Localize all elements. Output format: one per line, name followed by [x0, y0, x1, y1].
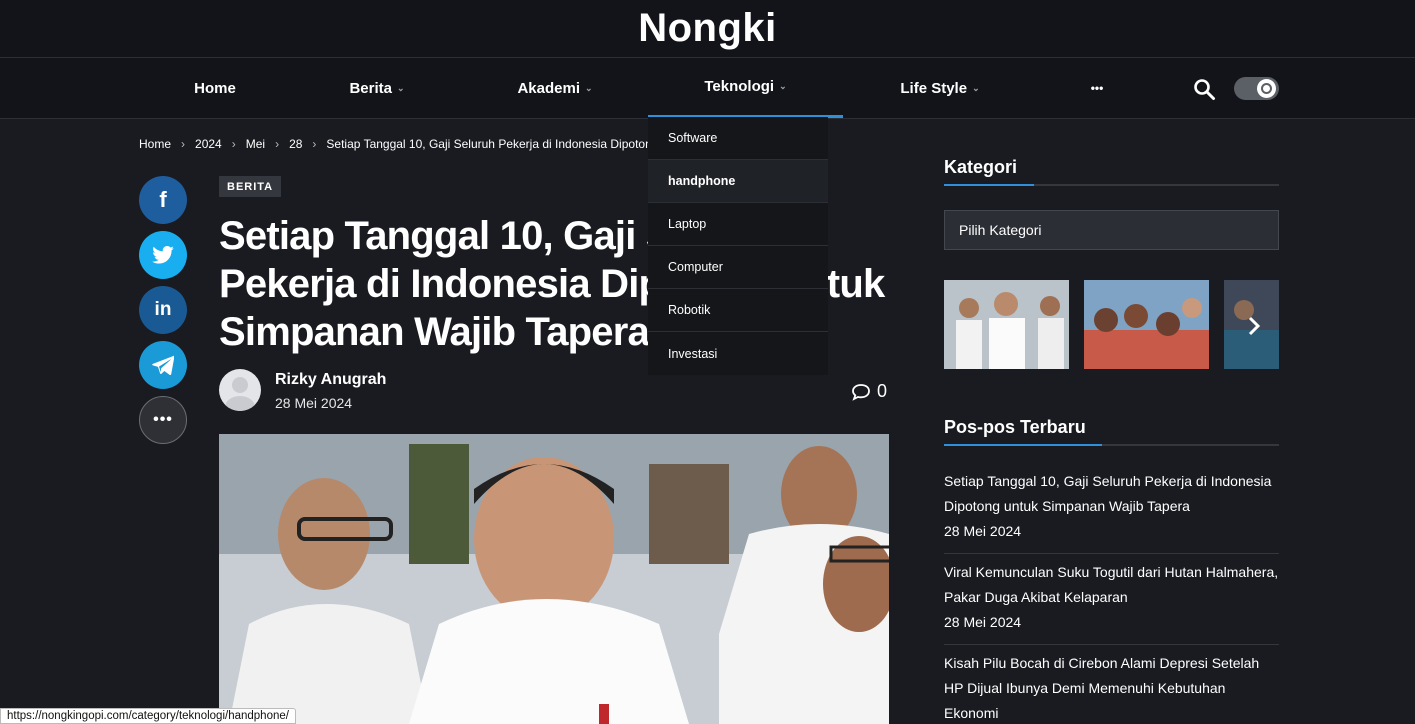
post-date: 28 Mei 2024 — [275, 395, 353, 411]
facebook-share-button[interactable]: f — [139, 176, 187, 224]
nav-more[interactable]: ••• — [1075, 58, 1119, 118]
category-select-value: Pilih Kategori — [959, 222, 1042, 238]
linkedin-icon: in — [154, 299, 172, 320]
thumbnail-image[interactable] — [1084, 280, 1209, 369]
dropdown-item-computer[interactable]: Computer — [648, 246, 828, 289]
chevron-down-icon: ⌄ — [779, 81, 787, 91]
search-icon[interactable] — [1192, 77, 1216, 101]
dropdown-item-robotik[interactable]: Robotik — [648, 289, 828, 332]
author-name[interactable]: Rizky Anugrah — [275, 371, 386, 389]
facebook-icon: f — [159, 187, 167, 212]
more-icon: ••• — [1090, 81, 1104, 95]
thumbnail-image[interactable] — [1224, 280, 1279, 369]
teknologi-dropdown: Software handphone Laptop Computer Robot… — [648, 117, 828, 375]
nav-berita-label: Berita — [349, 79, 392, 97]
recent-post: Setiap Tanggal 10, Gaji Seluruh Pekerja … — [944, 469, 1279, 539]
recent-posts-title: Pos-pos Terbaru — [944, 417, 1086, 437]
chevron-down-icon: ⌄ — [972, 82, 980, 93]
featured-image — [219, 434, 889, 724]
comment-count-link[interactable]: 0 — [851, 381, 887, 402]
nav-akademi-label: Akademi — [517, 79, 580, 97]
site-title[interactable]: Nongki — [638, 6, 777, 51]
recent-post-title[interactable]: Setiap Tanggal 10, Gaji Seluruh Pekerja … — [944, 469, 1279, 519]
chevron-right-icon: › — [312, 137, 317, 151]
more-icon: ••• — [153, 411, 173, 428]
nav-teknologi[interactable]: Teknologi ⌄ — [648, 58, 843, 118]
post-divider — [944, 644, 1279, 645]
widget-divider — [944, 444, 1279, 446]
telegram-icon — [152, 355, 174, 375]
comment-icon — [852, 383, 870, 401]
user-icon — [225, 377, 255, 411]
chevron-right-icon: › — [275, 137, 280, 151]
dropdown-item-software[interactable]: Software — [648, 117, 828, 160]
nav-home-label: Home — [194, 79, 236, 97]
more-share-button[interactable]: ••• — [139, 396, 187, 444]
dropdown-item-laptop[interactable]: Laptop — [648, 203, 828, 246]
breadcrumb-home[interactable]: Home — [139, 137, 171, 151]
nav-lifestyle-label: Life Style — [900, 79, 968, 97]
comment-count: 0 — [877, 381, 888, 401]
chevron-down-icon: ⌄ — [396, 82, 405, 93]
nav-home[interactable]: Home — [170, 58, 260, 118]
dark-mode-toggle[interactable] — [1234, 77, 1279, 100]
recent-post-title[interactable]: Viral Kemunculan Suku Togutil dari Hutan… — [944, 560, 1279, 610]
nav-teknologi-label: Teknologi — [704, 78, 775, 95]
recent-post-date: 28 Mei 2024 — [944, 523, 1022, 539]
site-header: Nongki — [0, 0, 1415, 58]
dropdown-item-handphone[interactable]: handphone — [648, 160, 828, 203]
twitter-icon — [152, 246, 174, 264]
linkedin-share-button[interactable]: in — [139, 286, 187, 334]
breadcrumb-year[interactable]: 2024 — [195, 137, 222, 151]
recent-post-date: 28 Mei 2024 — [944, 614, 1022, 630]
telegram-share-button[interactable] — [139, 341, 187, 389]
breadcrumb: Home › 2024 › Mei › 28 › Setiap Tanggal … — [139, 137, 658, 151]
chevron-down-icon: ⌄ — [584, 82, 593, 93]
dropdown-item-investasi[interactable]: Investasi — [648, 332, 828, 375]
post-divider — [944, 553, 1279, 554]
nav-lifestyle[interactable]: Life Style ⌄ — [870, 58, 1010, 118]
twitter-share-button[interactable] — [139, 231, 187, 279]
breadcrumb-current: Setiap Tanggal 10, Gaji Seluruh Pekerja … — [326, 137, 659, 151]
thumbnail-image[interactable] — [944, 280, 1069, 369]
nav-akademi[interactable]: Akademi ⌄ — [490, 58, 620, 118]
recent-post: Kisah Pilu Bocah di Cirebon Alami Depres… — [944, 651, 1279, 724]
recent-post: Viral Kemunculan Suku Togutil dari Hutan… — [944, 560, 1279, 630]
nav-berita[interactable]: Berita ⌄ — [322, 58, 432, 118]
category-select[interactable]: Pilih Kategori — [944, 210, 1279, 250]
category-widget-title: Kategori — [944, 157, 1018, 177]
breadcrumb-month[interactable]: Mei — [246, 137, 265, 151]
browser-status-url: https://nongkingopi.com/category/teknolo… — [0, 708, 296, 724]
chevron-right-icon: › — [231, 137, 236, 151]
category-badge[interactable]: BERITA — [219, 176, 282, 197]
widget-divider — [944, 184, 1279, 186]
author-avatar[interactable] — [219, 369, 261, 411]
sun-icon — [1257, 79, 1276, 98]
chevron-right-icon: › — [181, 137, 186, 151]
breadcrumb-day[interactable]: 28 — [289, 137, 302, 151]
recent-post-title[interactable]: Kisah Pilu Bocah di Cirebon Alami Depres… — [944, 651, 1279, 724]
